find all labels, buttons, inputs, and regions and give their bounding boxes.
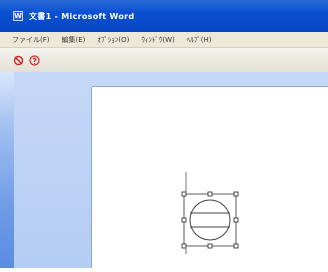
- word-app-icon[interactable]: W: [13, 11, 23, 21]
- menu-window[interactable]: ｳｨﾝﾄﾞｳ(W): [141, 35, 174, 45]
- draw-shape-icon: [13, 55, 23, 65]
- title-bar[interactable]: W 文書1 - Microsoft Word: [0, 0, 328, 32]
- menu-options[interactable]: ｵﾌﾟｼｮﾝ(O): [97, 35, 129, 45]
- resize-handle-left[interactable]: [181, 217, 187, 223]
- resize-handle-top-right[interactable]: [233, 191, 239, 197]
- word-window: W 文書1 - Microsoft Word ファイル(F) 編集(E) ｵﾌﾟ…: [0, 0, 328, 268]
- document-workspace: [0, 72, 328, 268]
- window-title: 文書1 - Microsoft Word: [29, 11, 135, 21]
- help-icon: [28, 54, 40, 66]
- menu-bar: ファイル(F) 編集(E) ｵﾌﾟｼｮﾝ(O) ｳｨﾝﾄﾞｳ(W) ﾍﾙﾌﾟ(H…: [0, 32, 328, 48]
- menu-file[interactable]: ファイル(F): [12, 35, 50, 45]
- toolbar: [0, 48, 328, 72]
- shape-drawing: [181, 172, 239, 254]
- menu-help[interactable]: ﾍﾙﾌﾟ(H): [187, 35, 212, 45]
- resize-handle-bottom-right[interactable]: [233, 243, 239, 249]
- resize-handle-top[interactable]: [207, 191, 213, 197]
- help-button[interactable]: [28, 54, 40, 66]
- resize-handle-right[interactable]: [233, 217, 239, 223]
- resize-handle-bottom-left[interactable]: [181, 243, 187, 249]
- resize-handle-top-left[interactable]: [181, 191, 187, 197]
- menu-edit[interactable]: 編集(E): [62, 35, 86, 45]
- selected-shape[interactable]: [176, 172, 246, 268]
- draw-shape-button[interactable]: [12, 54, 24, 66]
- circle-shape[interactable]: [189, 199, 231, 241]
- vertical-ruler: [0, 72, 14, 268]
- resize-handle-bottom[interactable]: [207, 243, 213, 249]
